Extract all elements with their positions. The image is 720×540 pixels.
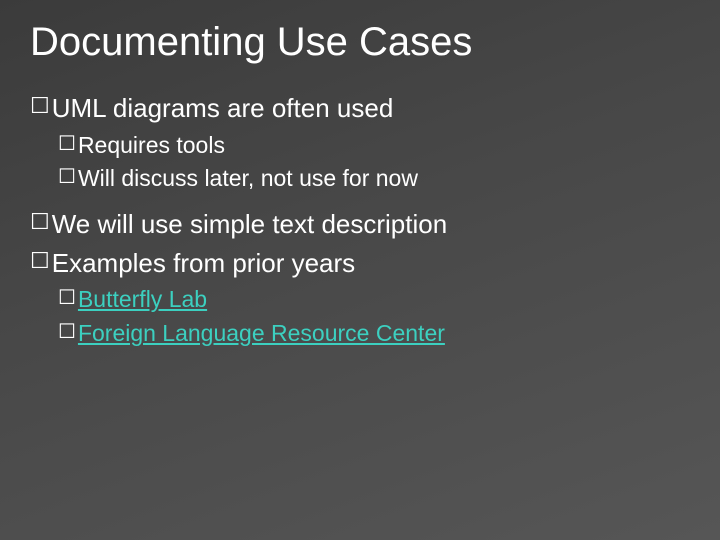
bullet-text: We will use simple text description: [52, 208, 447, 241]
link-foreign-language-resource-center[interactable]: Foreign Language Resource Center: [78, 319, 445, 349]
link-butterfly-lab[interactable]: Butterfly Lab: [78, 285, 207, 315]
bullet-level1: ☐ UML diagrams are often used: [30, 92, 690, 125]
bullet-level2: ☐ Will discuss later, not use for now: [58, 164, 690, 194]
bullet-text: Requires tools: [78, 131, 225, 161]
bullet-text: UML diagrams are often used: [52, 92, 394, 125]
bullet-level1: ☐ We will use simple text description: [30, 208, 690, 241]
bullet-text: Examples from prior years: [52, 247, 355, 280]
square-bullet-icon: ☐: [58, 164, 76, 191]
bullet-level2: ☐ Butterfly Lab: [58, 285, 690, 315]
square-bullet-icon: ☐: [30, 247, 50, 276]
square-bullet-icon: ☐: [30, 92, 50, 121]
square-bullet-icon: ☐: [58, 131, 76, 158]
bullet-text: Will discuss later, not use for now: [78, 164, 418, 194]
bullet-level2: ☐ Requires tools: [58, 131, 690, 161]
square-bullet-icon: ☐: [58, 319, 76, 346]
bullet-level1: ☐ Examples from prior years: [30, 247, 690, 280]
square-bullet-icon: ☐: [30, 208, 50, 237]
slide: Documenting Use Cases ☐ UML diagrams are…: [0, 0, 720, 540]
spacer: [30, 198, 690, 208]
square-bullet-icon: ☐: [58, 285, 76, 312]
bullet-level2: ☐ Foreign Language Resource Center: [58, 319, 690, 349]
slide-title: Documenting Use Cases: [30, 20, 690, 64]
